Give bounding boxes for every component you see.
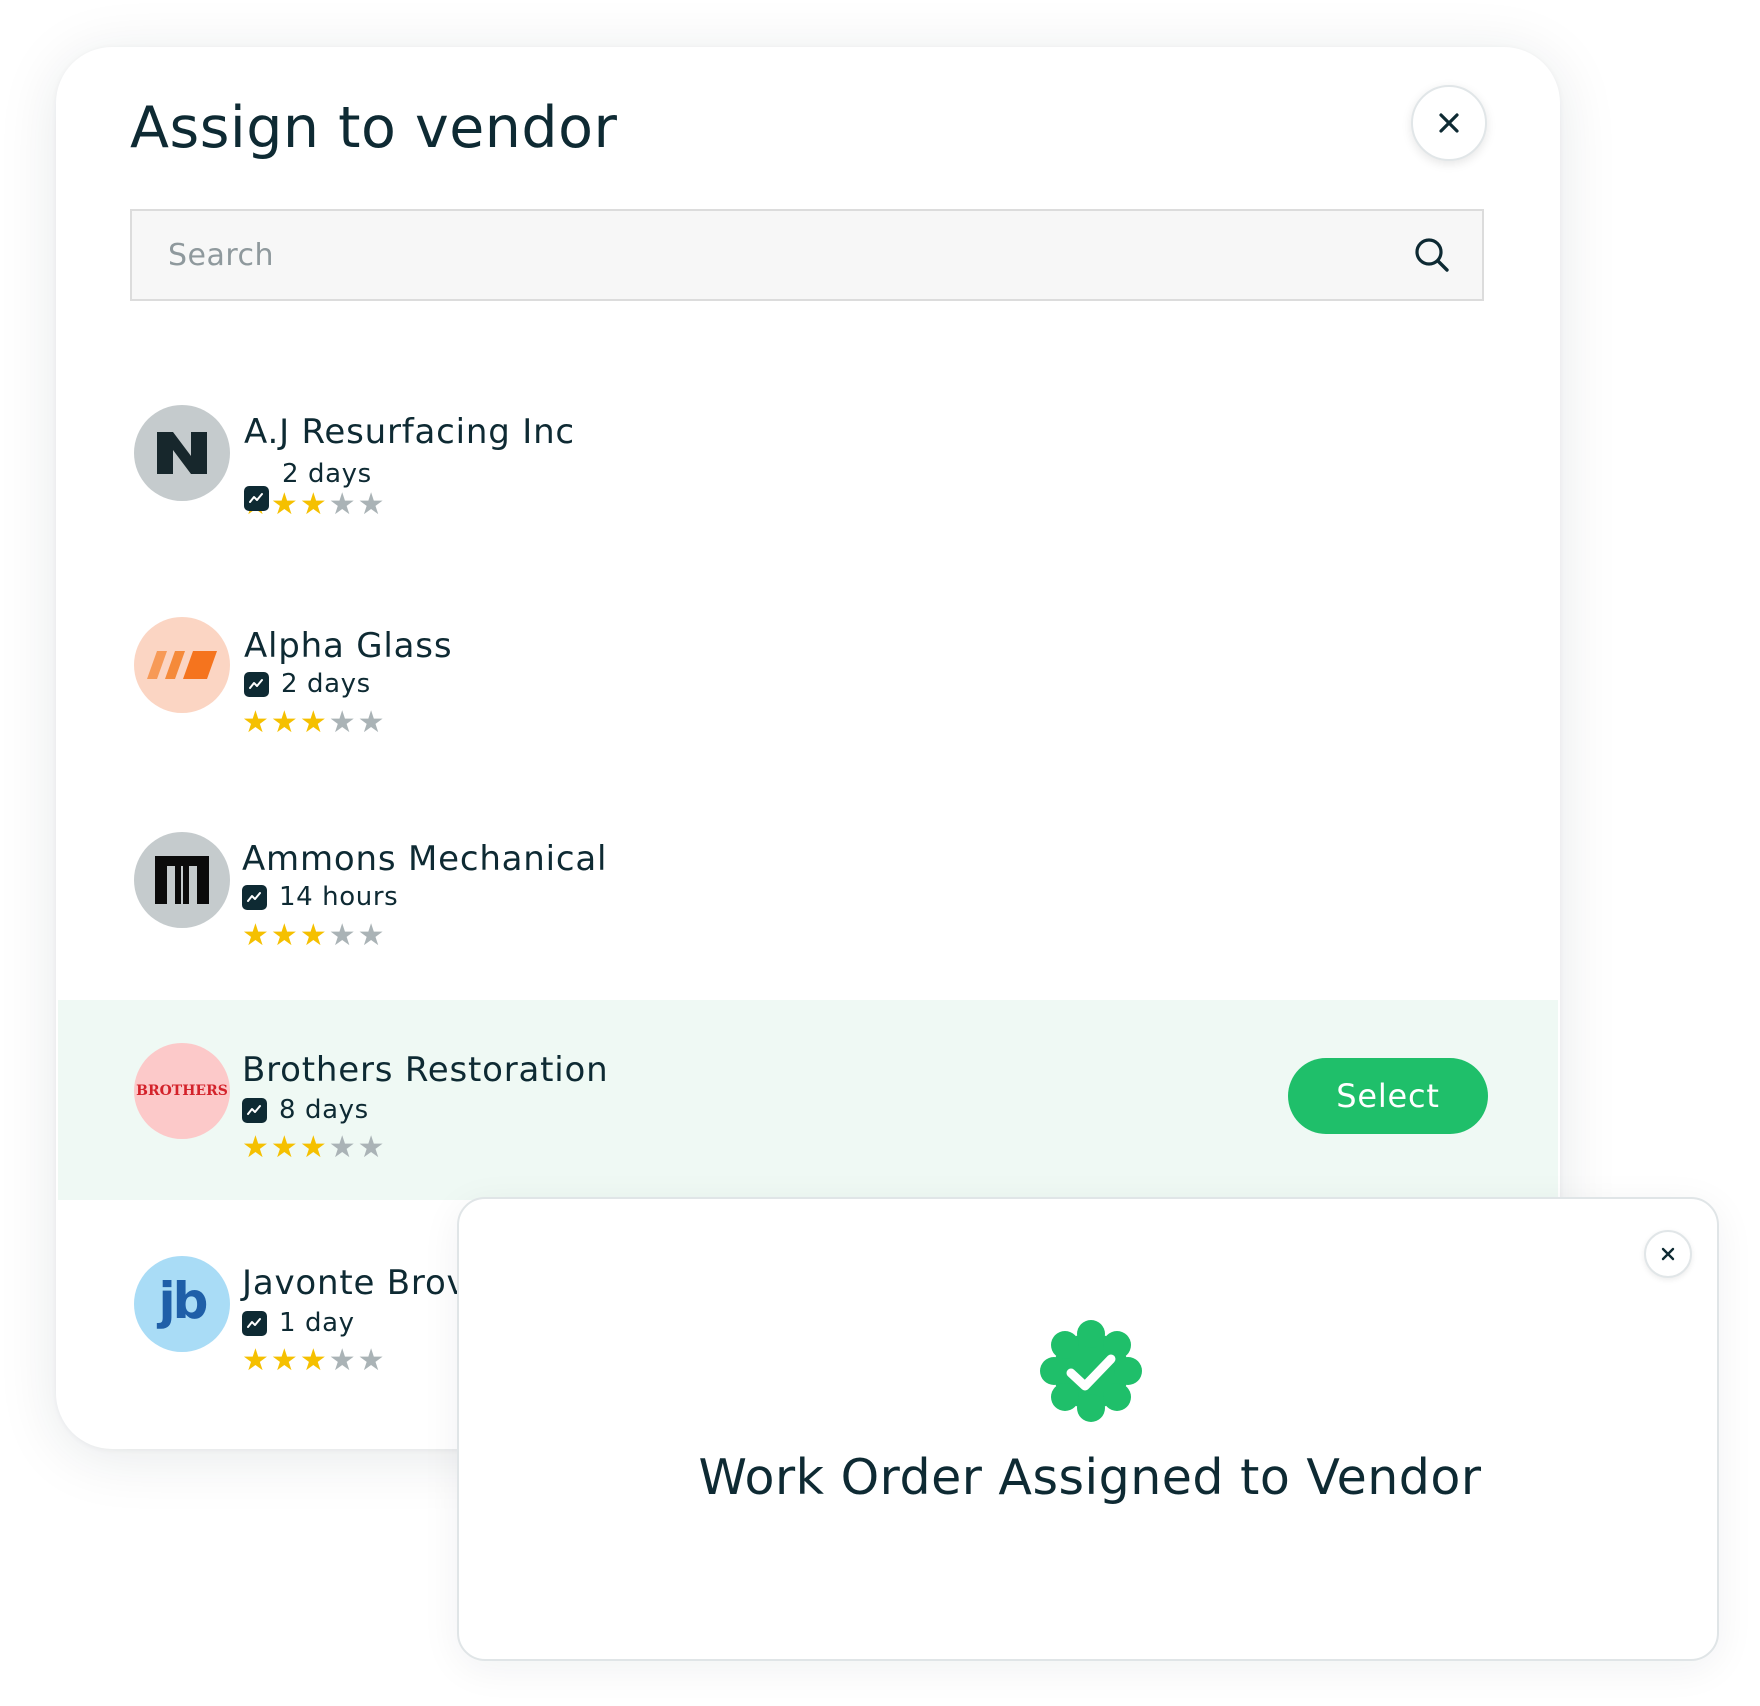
n-logo-icon bbox=[157, 432, 207, 474]
search-box bbox=[130, 209, 1484, 301]
response-time-text: 1 day bbox=[279, 1308, 355, 1338]
search-input[interactable] bbox=[132, 236, 1410, 274]
star-icon: ★ bbox=[270, 705, 298, 740]
vendor-logo-jb: jb bbox=[134, 1256, 230, 1352]
vendor-name: A.J Resurfacing Inc bbox=[244, 412, 575, 452]
stripes-logo-icon bbox=[147, 651, 217, 679]
search-icon[interactable] bbox=[1410, 233, 1454, 277]
vendor-response-time: 14 hours bbox=[242, 884, 398, 910]
response-time-text: 2 days bbox=[281, 669, 371, 699]
vendor-row-brothers-restoration[interactable]: BROTHERS Brothers Restoration 8 days ★ ★ ★… bbox=[58, 1000, 1558, 1200]
rating-stars: ★★★★★ bbox=[242, 921, 385, 951]
star-icon: ★ bbox=[328, 1343, 356, 1378]
vendor-logo-n bbox=[134, 405, 230, 501]
trend-icon bbox=[244, 486, 269, 511]
trend-icon bbox=[242, 1097, 267, 1123]
vendor-response-time: 1 day bbox=[242, 1310, 355, 1336]
star-icon: ★ bbox=[242, 918, 269, 953]
close-button[interactable] bbox=[1411, 85, 1487, 161]
star-icon: ★ bbox=[357, 1343, 385, 1378]
vendor-response-time: 2 days bbox=[244, 671, 371, 697]
star-icon: ★ bbox=[328, 918, 356, 953]
star-icon: ★ bbox=[242, 1343, 269, 1378]
vendor-row-ammons-mechanical[interactable]: Ammons Mechanical 14 hours ★ ★ ★ ★ ★ bbox=[58, 787, 1558, 987]
vendor-row-alpha-glass[interactable]: Alpha Glass 2 days ★ ★ ★ ★ ★ bbox=[58, 574, 1558, 774]
vendor-logo-m bbox=[134, 832, 230, 928]
star-icon: ★ bbox=[299, 918, 327, 953]
success-toast: Work Order Assigned to Vendor bbox=[457, 1197, 1719, 1661]
vendor-name: Javonte Brov bbox=[242, 1263, 468, 1303]
star-icon: ★ bbox=[328, 487, 356, 522]
rating-stars: ★★★★★ bbox=[242, 1346, 385, 1376]
jb-logo-text: jb bbox=[158, 1272, 209, 1330]
vendor-response-time: 2 days bbox=[282, 461, 372, 487]
star-icon: ★ bbox=[242, 705, 269, 740]
m-logo-icon bbox=[155, 856, 209, 904]
toast-close-button[interactable] bbox=[1644, 1230, 1692, 1278]
star-icon: ★ bbox=[299, 1343, 327, 1378]
vendor-logo-stripes bbox=[134, 617, 230, 713]
star-icon: ★ bbox=[270, 487, 298, 522]
rating-stars: ★★★★★ bbox=[242, 708, 385, 738]
star-icon: ★ bbox=[357, 487, 385, 522]
trend-icon bbox=[242, 884, 267, 910]
vendor-name: Ammons Mechanical bbox=[242, 839, 608, 879]
star-icon: ★ bbox=[328, 705, 356, 740]
trend-icon bbox=[242, 1310, 267, 1336]
check-badge-icon bbox=[1040, 1320, 1142, 1422]
response-time-text: 14 hours bbox=[279, 882, 399, 912]
trend-icon bbox=[244, 671, 269, 697]
vendor-name: Brothers Restoration bbox=[242, 1050, 609, 1090]
star-icon: ★ bbox=[299, 487, 327, 522]
rating-stars: ★★★★★ bbox=[242, 1133, 385, 1163]
close-icon bbox=[1439, 113, 1459, 133]
star-icon: ★ bbox=[270, 918, 298, 953]
star-icon: ★ bbox=[299, 705, 327, 740]
close-icon bbox=[1661, 1247, 1675, 1261]
star-icon: ★ bbox=[270, 1343, 298, 1378]
response-time-text: 2 days bbox=[282, 459, 372, 489]
vendor-row-aj-resurfacing[interactable]: A.J Resurfacing Inc 2 days ★★★★★ bbox=[58, 357, 1558, 557]
vendor-response-time: 8 days bbox=[242, 1097, 369, 1123]
star-icon: ★ bbox=[357, 918, 385, 953]
vendor-logo-brothers: BROTHERS bbox=[134, 1043, 230, 1139]
select-button[interactable]: Select bbox=[1288, 1058, 1488, 1134]
toast-message: Work Order Assigned to Vendor bbox=[698, 1449, 1482, 1506]
modal-title: Assign to vendor bbox=[130, 95, 618, 161]
vendor-name: Alpha Glass bbox=[244, 626, 453, 666]
star-icon: ★ bbox=[270, 1130, 298, 1165]
star-icon: ★ bbox=[357, 1130, 385, 1165]
star-icon: ★ bbox=[242, 1130, 269, 1165]
star-icon: ★ bbox=[299, 1130, 327, 1165]
brothers-logo-text: BROTHERS bbox=[136, 1083, 228, 1099]
star-icon: ★ bbox=[328, 1130, 356, 1165]
star-icon: ★ bbox=[357, 705, 385, 740]
response-time-text: 8 days bbox=[279, 1095, 369, 1125]
